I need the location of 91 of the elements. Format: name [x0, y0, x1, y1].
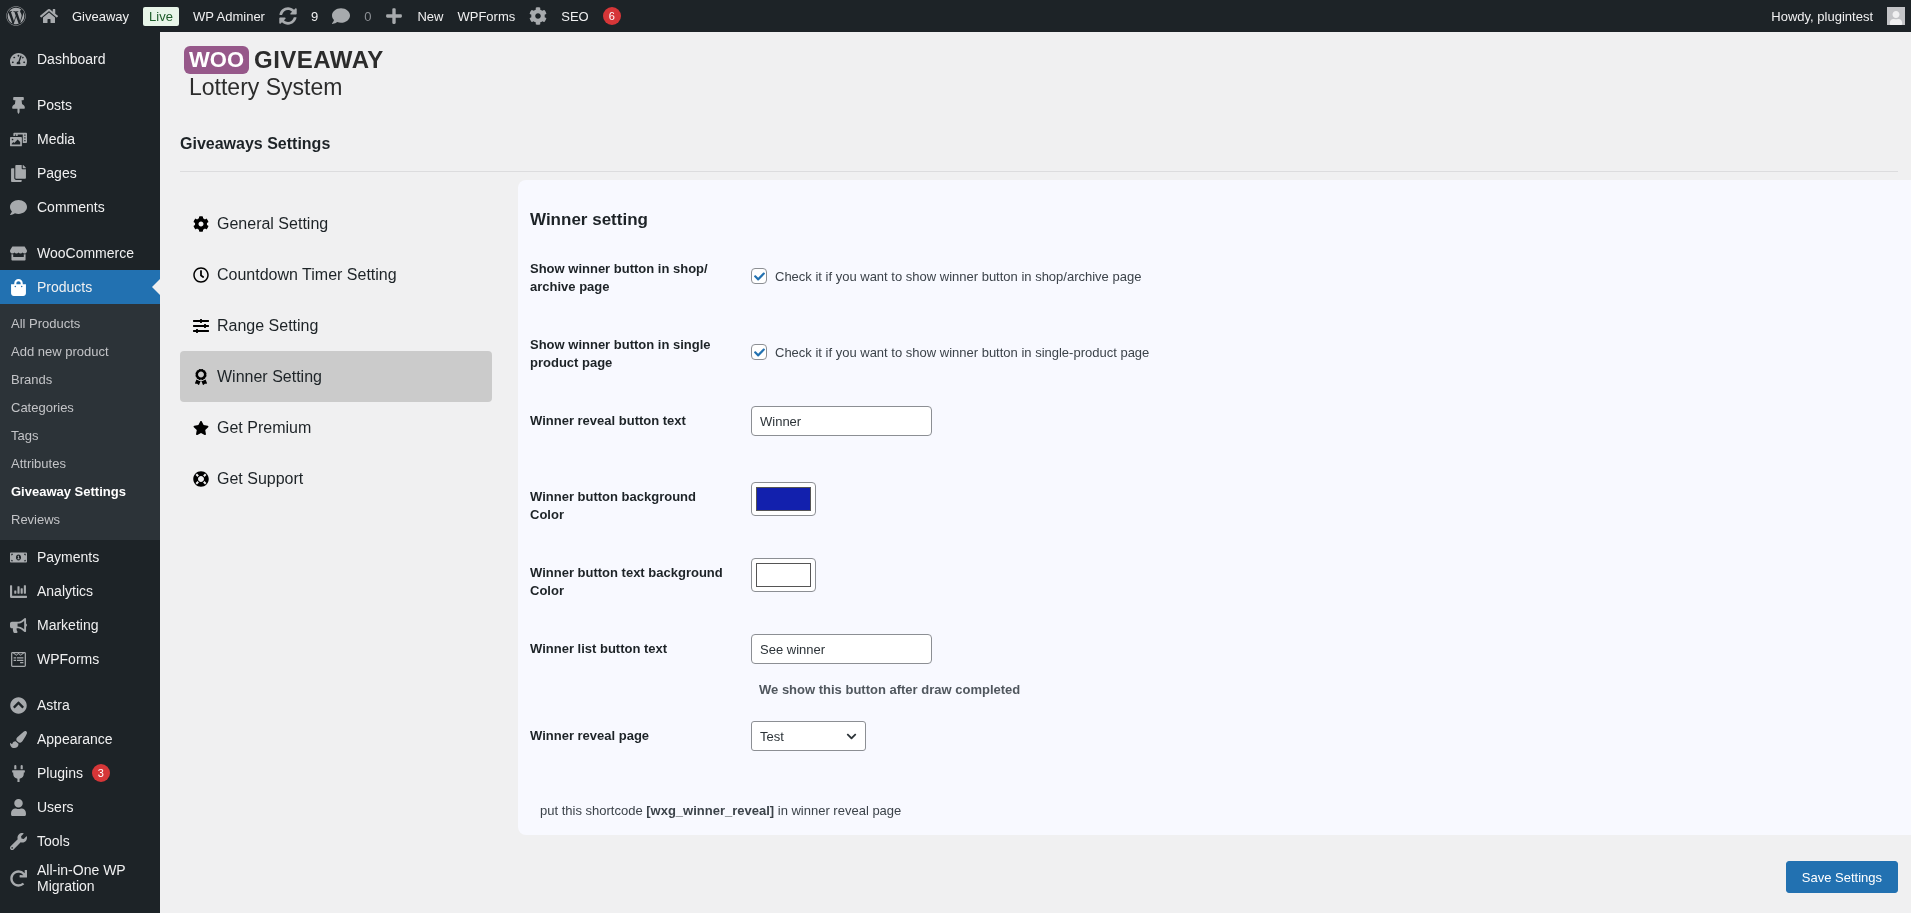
checkbox-description: Check it if you want to show winner button in shop/archive page — [775, 268, 1142, 284]
admin-bar-link[interactable]: 9 — [310, 8, 319, 24]
admin-bar-link[interactable]: WPForms — [457, 8, 516, 24]
count-badge: 6 — [602, 7, 621, 25]
live-badge: Live — [143, 6, 179, 26]
sidebar-item[interactable]: Marketing — [0, 608, 160, 642]
checkbox[interactable] — [751, 268, 767, 284]
media-icon — [10, 130, 28, 148]
checkbox[interactable] — [751, 344, 767, 360]
settings-tab[interactable]: Get Premium — [180, 402, 492, 453]
dashboard-icon — [10, 50, 28, 68]
admin-bar-link[interactable]: SEO — [561, 8, 589, 24]
text-field[interactable]: Winner — [751, 406, 932, 436]
count-badge: 3 — [91, 764, 110, 782]
comment-icon — [10, 198, 28, 216]
page-select[interactable]: Test — [751, 721, 866, 751]
refresh-icon — [278, 7, 297, 25]
sidebar-item[interactable]: Products — [0, 270, 160, 304]
settings-tab[interactable]: Range Setting — [180, 300, 492, 351]
submenu-item[interactable]: All Products — [0, 310, 160, 338]
sidebar-item[interactable]: WooCommerce — [0, 236, 160, 270]
home-icon — [40, 7, 58, 25]
save-button[interactable]: Save Settings — [1785, 861, 1898, 893]
admin-bar-link[interactable]: 0 — [364, 8, 372, 24]
sidebar-item[interactable]: Appearance — [0, 722, 160, 756]
wordpress-logo-icon[interactable] — [6, 6, 26, 26]
brush-icon — [10, 730, 28, 748]
admin-bar-link[interactable]: WP Adminer — [192, 8, 265, 24]
logo-subtitle: Lottery System — [189, 74, 344, 101]
sidebar-item[interactable]: Payments — [0, 540, 160, 574]
gear-icon — [193, 215, 209, 232]
shortcode-hint: put this shortcode [wxg_winner_reveal] in winner reveal page — [540, 803, 903, 818]
sidebar-item[interactable]: All-in-One WP Migration — [0, 858, 160, 898]
greeting-link[interactable]: Howdy, plugintest — [1771, 8, 1873, 24]
clock-icon — [193, 266, 209, 283]
star-icon — [193, 419, 209, 436]
logo-badge: WOO — [184, 46, 249, 74]
sidebar-item[interactable]: Pages — [0, 156, 160, 190]
bag-icon — [10, 278, 28, 296]
submenu-item[interactable]: Reviews — [0, 506, 160, 534]
refresh-icon — [10, 869, 28, 887]
submenu-item[interactable]: Giveaway Settings — [0, 478, 160, 506]
sidebar-item[interactable]: Dashboard — [0, 42, 160, 76]
submenu-item[interactable]: Attributes — [0, 450, 160, 478]
settings-tab[interactable]: Winner Setting — [180, 351, 492, 402]
sidebar-item[interactable]: Plugins 3 — [0, 756, 160, 790]
lifebuoy-icon — [193, 470, 209, 487]
admin-bar-link[interactable]: New — [417, 8, 444, 24]
form-icon — [10, 650, 28, 668]
bar-chart-icon — [10, 582, 28, 600]
settings-tab[interactable]: Countdown Timer Setting — [180, 249, 492, 300]
sidebar-item[interactable]: Tools — [0, 824, 160, 858]
checkbox-description: Check it if you want to show winner button in single-product page — [775, 344, 1150, 360]
submenu-item[interactable]: Categories — [0, 394, 160, 422]
field-label: Winner button background Color — [530, 488, 697, 524]
field-label: Winner reveal page — [530, 727, 651, 745]
sidebar-item[interactable]: Astra — [0, 688, 160, 722]
sidebar-item[interactable]: Comments — [0, 190, 160, 224]
field-label: Winner reveal button text — [530, 412, 687, 430]
page-title: Giveaways Settings — [180, 135, 1898, 172]
megaphone-icon — [10, 616, 28, 634]
wrench-icon — [10, 832, 28, 850]
submenu-item[interactable]: Brands — [0, 366, 160, 394]
plug-icon — [10, 764, 28, 782]
field-note: We show this button after draw completed — [759, 682, 1022, 697]
sidebar-item[interactable]: WPForms — [0, 642, 160, 676]
field-label: Show winner button in single product page — [530, 336, 712, 372]
sidebar-item[interactable]: Media — [0, 122, 160, 156]
user-icon — [10, 798, 28, 816]
sidebar-item[interactable]: Analytics — [0, 574, 160, 608]
award-icon — [193, 368, 209, 385]
sliders-icon — [193, 317, 209, 334]
field-label: Winner button text background Color — [530, 564, 724, 600]
sidebar-item[interactable]: Users — [0, 790, 160, 824]
panel-title: Winner setting — [530, 210, 649, 230]
settings-tab[interactable]: Get Support — [180, 453, 492, 504]
field-label: Winner list button text — [530, 640, 669, 658]
admin-bar-link[interactable]: Giveaway — [72, 8, 130, 24]
sidebar-item[interactable]: Posts — [0, 88, 160, 122]
pin-icon — [10, 96, 28, 114]
store-icon — [10, 244, 28, 262]
pages-icon — [10, 164, 28, 182]
submenu-item[interactable]: Tags — [0, 422, 160, 450]
logo-title: GIVEAWAY — [254, 46, 384, 74]
gear-icon — [529, 7, 548, 25]
settings-tab[interactable]: General Setting — [180, 198, 492, 249]
submenu-item[interactable]: Add new product — [0, 338, 160, 366]
plus-icon — [385, 7, 404, 25]
field-label: Show winner button in shop/ archive page — [530, 260, 709, 296]
comment-icon — [332, 7, 351, 25]
text-field[interactable]: See winner — [751, 634, 932, 664]
